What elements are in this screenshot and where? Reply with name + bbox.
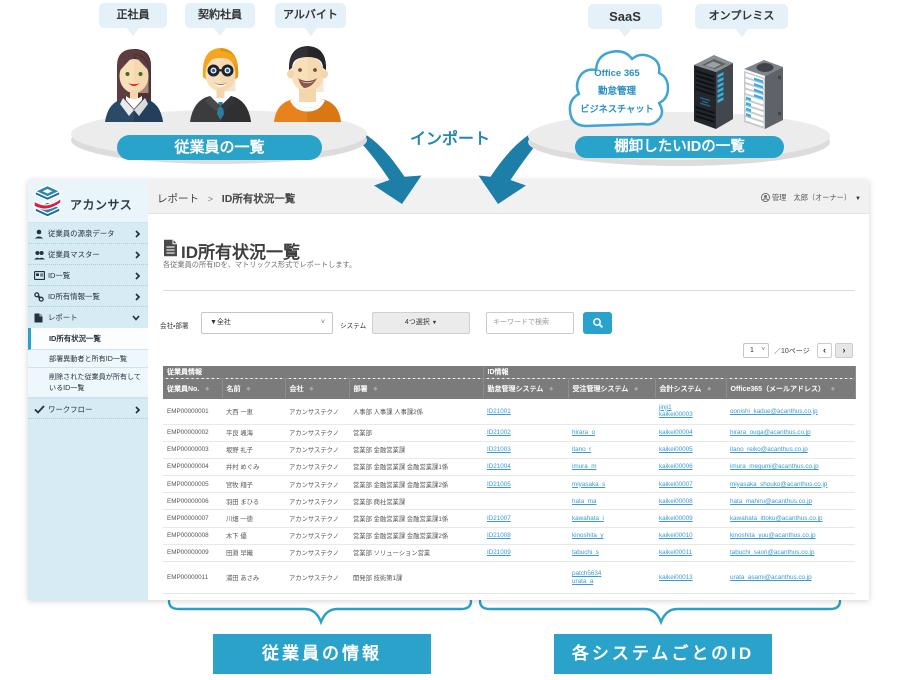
svg-text:Office 365: Office 365: [594, 68, 640, 79]
svg-text:勤怠管理: 勤怠管理: [598, 85, 637, 97]
svg-text:ビジネスチャット: ビジネスチャット: [580, 103, 653, 114]
